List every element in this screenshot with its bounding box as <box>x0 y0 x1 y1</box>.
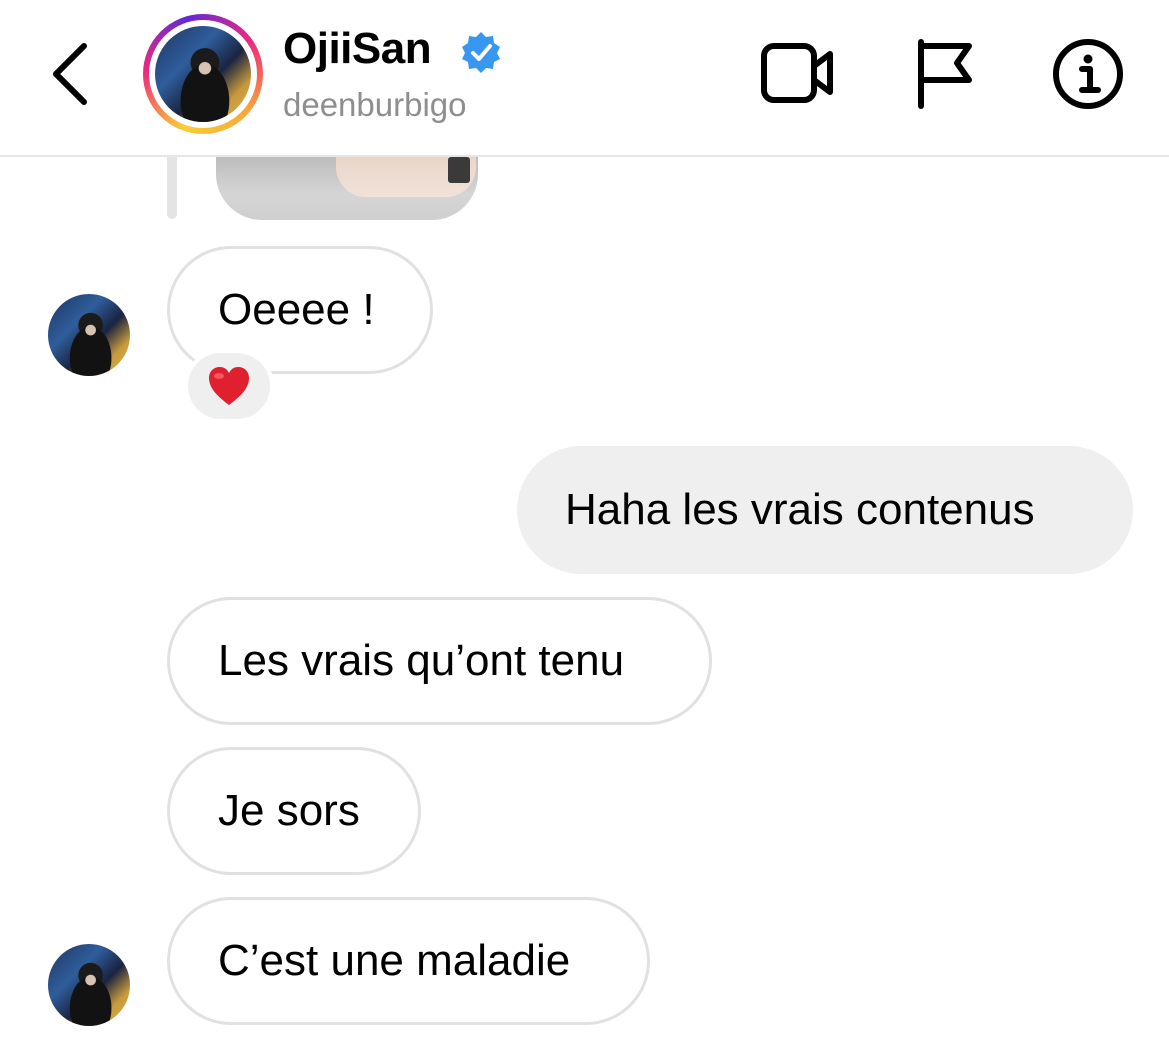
conversation-header: OjiiSan deenburbigo <box>0 0 1169 157</box>
red-heart-icon <box>209 367 249 405</box>
outgoing-message-bubble[interactable]: Haha les vrais contenus <box>517 446 1133 574</box>
profile-username[interactable]: deenburbigo <box>283 86 467 124</box>
reply-quote-line <box>167 157 177 219</box>
heart-reaction[interactable] <box>184 349 274 423</box>
sender-avatar[interactable] <box>48 294 130 376</box>
incoming-message-bubble[interactable]: Je sors <box>167 747 421 875</box>
back-chevron-icon[interactable] <box>44 38 104 110</box>
profile-display-name[interactable]: OjiiSan <box>283 24 432 74</box>
info-icon[interactable] <box>1052 38 1124 110</box>
profile-avatar-story-ring[interactable] <box>143 14 263 134</box>
flag-icon[interactable] <box>913 38 975 110</box>
incoming-message-bubble[interactable]: C’est une maladie <box>167 897 650 1025</box>
incoming-message-bubble[interactable]: Les vrais qu’ont tenu <box>167 597 712 725</box>
shared-media-preview[interactable] <box>216 157 478 220</box>
video-call-icon[interactable] <box>760 42 836 104</box>
sender-avatar[interactable] <box>48 944 130 1026</box>
profile-avatar <box>155 26 251 122</box>
verified-badge-icon <box>462 32 500 73</box>
